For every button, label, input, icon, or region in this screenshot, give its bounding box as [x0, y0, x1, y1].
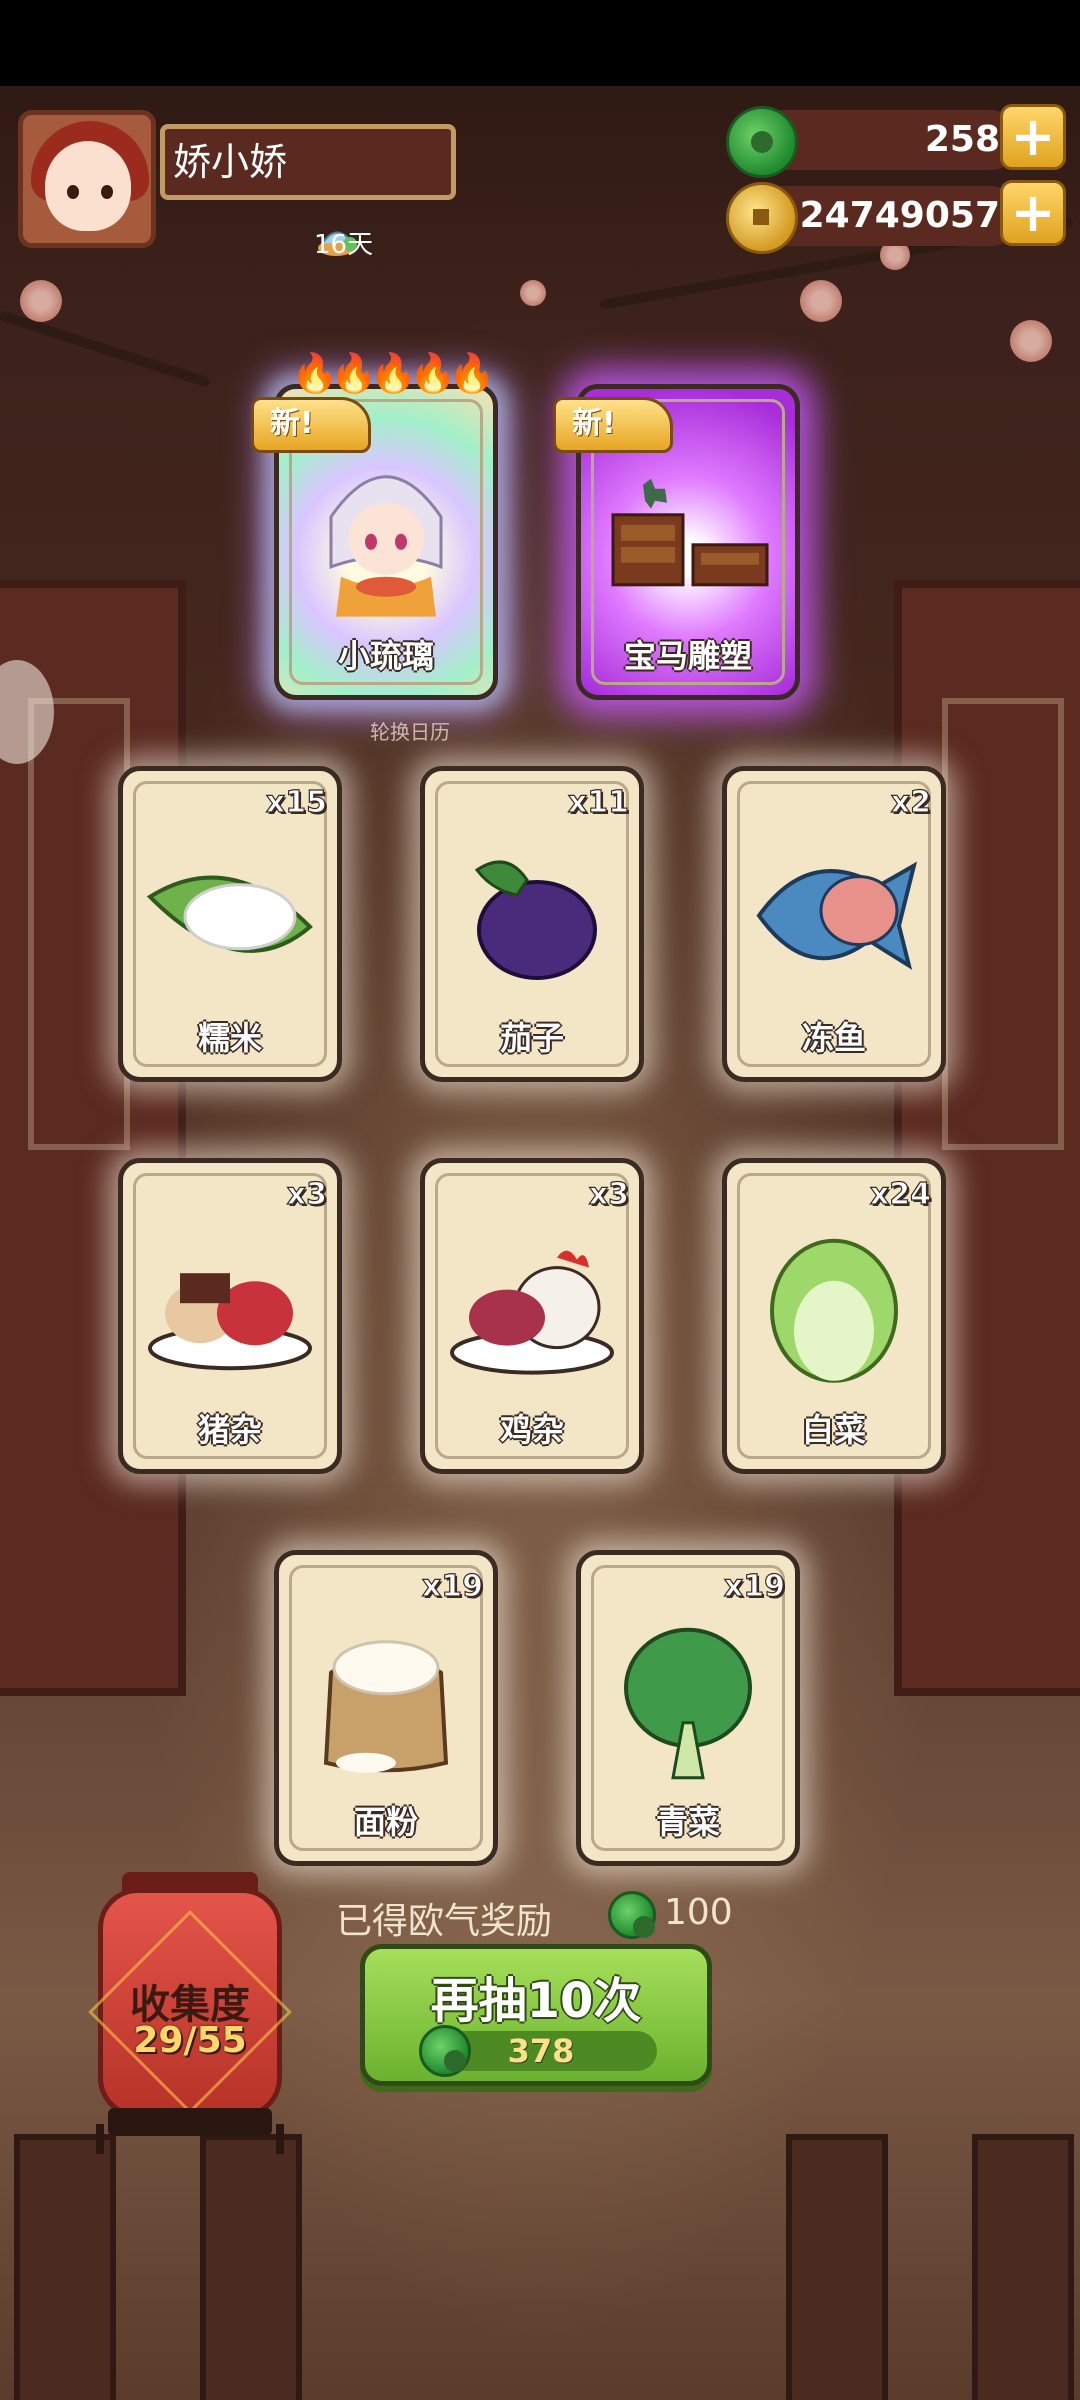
- item-card[interactable]: x24 白菜: [722, 1158, 946, 1474]
- item-label: 冻鱼: [801, 1019, 866, 1057]
- item-card[interactable]: x19 青菜: [576, 1550, 800, 1866]
- character-portrait-icon: [329, 475, 443, 617]
- item-label: 茄子: [499, 1019, 564, 1057]
- item-label: 糯米: [197, 1019, 262, 1057]
- blossom-decoration: [20, 280, 62, 322]
- fence-post-decoration: [14, 2134, 116, 2400]
- fence-post-decoration: [786, 2134, 888, 2400]
- featured-card-sculpture[interactable]: 新! 宝马雕塑: [553, 384, 800, 700]
- login-days: 16天: [314, 230, 374, 260]
- blossom-decoration: [800, 280, 842, 322]
- item-count: x24: [869, 1176, 931, 1212]
- item-count: x11: [567, 784, 629, 820]
- player-avatar[interactable]: [18, 110, 156, 248]
- jade-icon: [608, 1891, 656, 1939]
- new-badge: 新!: [553, 397, 673, 453]
- new-badge: 新!: [251, 397, 371, 453]
- item-label: 白菜: [801, 1411, 866, 1449]
- frozen-fish-icon: [756, 861, 918, 970]
- item-label: 鸡杂: [499, 1411, 564, 1449]
- eggplant-icon: [474, 860, 597, 980]
- item-count: x3: [588, 1176, 629, 1212]
- card-label: 小琉璃: [337, 637, 434, 675]
- item-count: x3: [286, 1176, 327, 1212]
- item-count: x19: [421, 1568, 483, 1604]
- add-jade-button[interactable]: +: [1000, 104, 1066, 170]
- status-bar: [0, 0, 1080, 86]
- fence-post-decoration: [972, 2134, 1074, 2400]
- item-card[interactable]: x15 糯米: [118, 766, 342, 1082]
- item-card[interactable]: x3 鸡杂: [420, 1158, 644, 1474]
- pork-offal-icon: [148, 1273, 312, 1371]
- draw-again-button[interactable]: 再抽10次 378: [360, 1944, 712, 2086]
- item-card[interactable]: x3 猪杂: [118, 1158, 342, 1474]
- jade-icon: [726, 106, 798, 178]
- card-label: 宝马雕塑: [623, 637, 752, 675]
- bok-choy-icon: [624, 1627, 752, 1780]
- item-count: x19: [723, 1568, 785, 1604]
- item-label: 面粉: [353, 1803, 418, 1841]
- luck-reward-label: 已得欧气奖励: [336, 1901, 553, 1942]
- rotation-calendar-label[interactable]: 轮换日历: [370, 716, 450, 745]
- fence-post-decoration: [200, 2134, 302, 2400]
- blossom-decoration: [520, 280, 546, 306]
- napa-cabbage-icon: [770, 1238, 898, 1383]
- draw-again-label: 再抽10次: [430, 1973, 642, 2029]
- item-count: x2: [890, 784, 931, 820]
- add-coins-button[interactable]: +: [1000, 180, 1066, 246]
- flour-sack-icon: [323, 1640, 449, 1773]
- blossom-decoration: [1010, 320, 1052, 362]
- collection-progress: 29/55: [133, 2020, 247, 2061]
- coin-icon: [726, 182, 798, 254]
- glutinous-rice-icon: [146, 875, 313, 953]
- right-door-decoration: [894, 580, 1080, 1696]
- chicken-offal-icon: [450, 1250, 614, 1375]
- star-rating-flames: 🔥🔥🔥🔥🔥: [291, 351, 496, 395]
- luck-reward-value: 100: [664, 1892, 733, 1933]
- item-label: 青菜: [655, 1803, 720, 1841]
- item-count: x15: [265, 784, 327, 820]
- player-name: 娇小娇: [160, 124, 456, 200]
- item-card[interactable]: x19 面粉: [274, 1550, 498, 1866]
- draw-cost: 378: [507, 2032, 575, 2070]
- featured-card-character[interactable]: 🔥🔥🔥🔥🔥 新! 小琉璃: [251, 351, 498, 700]
- item-card[interactable]: x2 冻鱼: [722, 766, 946, 1082]
- item-label: 猪杂: [197, 1411, 262, 1449]
- horse-sculpture-icon: [611, 478, 769, 587]
- lantern-stand-decoration: [96, 2124, 284, 2154]
- item-card[interactable]: x11 茄子: [420, 766, 644, 1082]
